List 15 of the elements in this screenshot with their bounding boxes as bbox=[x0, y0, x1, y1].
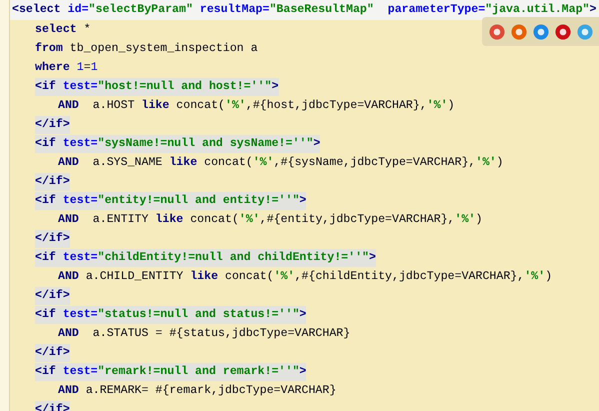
code-line: <select id="selectByParam" resultMap="BaseResultMap" parameterType="java.util.Map"> bbox=[12, 2, 596, 18]
browser-icon[interactable] bbox=[577, 24, 593, 40]
code-line: where 1=1 bbox=[35, 60, 98, 76]
code-line: select * bbox=[35, 22, 91, 38]
code-line: AND a.CHILD_ENTITY like concat('%',#{childEntity,jdbcType=VARCHAR},'%') bbox=[58, 268, 552, 284]
browser-icon[interactable] bbox=[533, 24, 549, 40]
code-line: AND a.ENTITY like concat('%',#{entity,jdbcType=VARCHAR},'%') bbox=[58, 212, 482, 228]
browser-icon[interactable] bbox=[555, 24, 571, 40]
code-line: AND a.SYS_NAME like concat('%',#{sysName,jdbcType=VARCHAR},'%') bbox=[58, 154, 504, 170]
browser-icon[interactable] bbox=[511, 24, 527, 40]
code-line: AND a.REMARK= #{remark,jdbcType=VARCHAR} bbox=[58, 382, 336, 398]
code-line: from tb_open_system_inspection a bbox=[35, 40, 258, 56]
browser-icon[interactable] bbox=[489, 24, 505, 40]
code-line: AND a.HOST like concat('%',#{host,jdbcType=VARCHAR},'%') bbox=[58, 98, 455, 114]
code-line: AND a.STATUS = #{status,jdbcType=VARCHAR} bbox=[58, 326, 350, 342]
